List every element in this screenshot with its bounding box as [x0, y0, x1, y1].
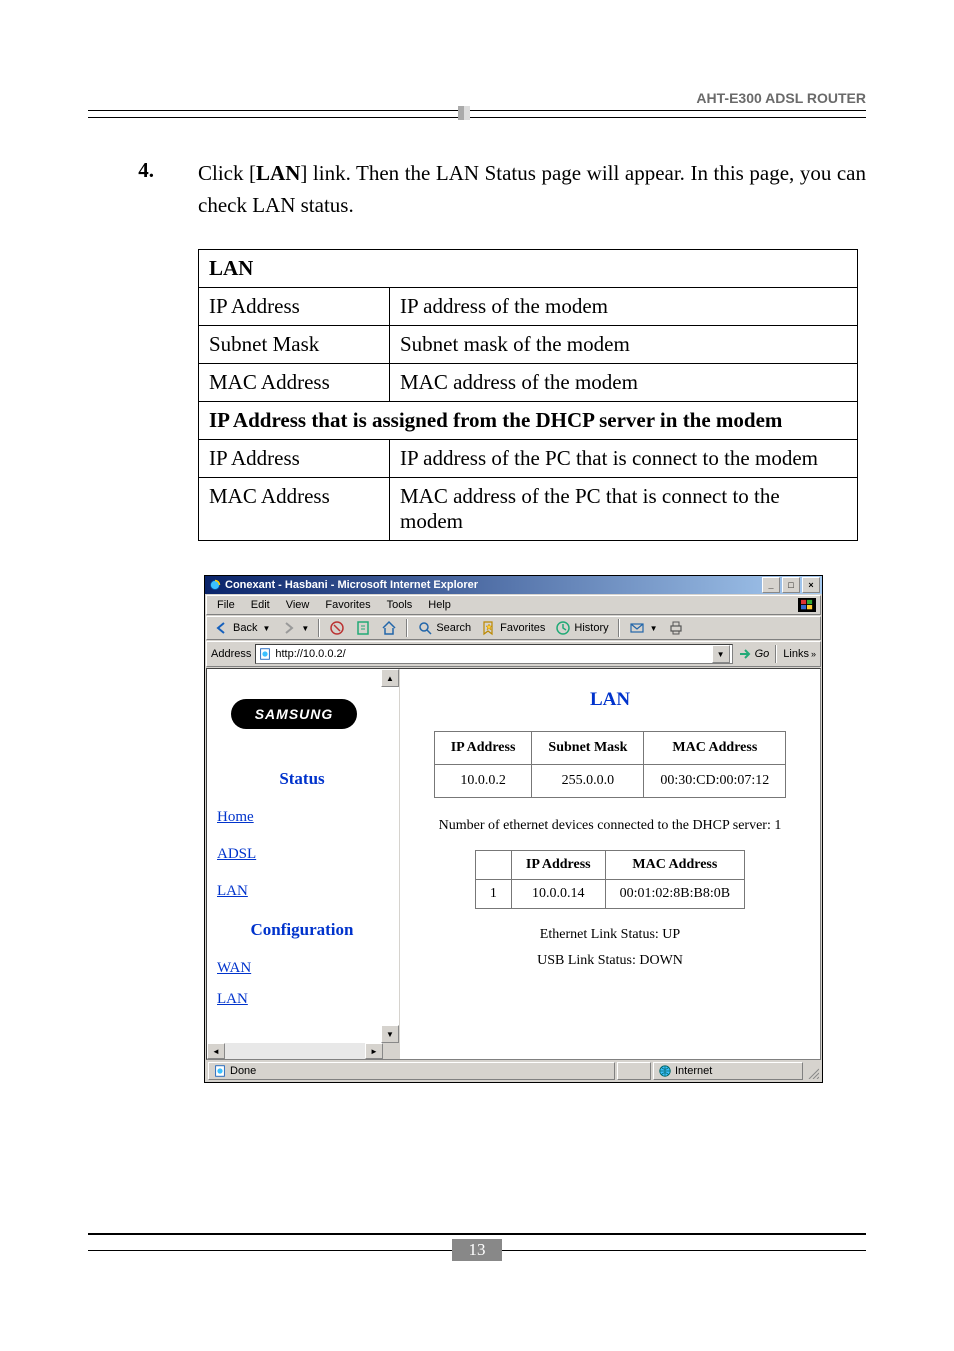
dhcp-table: IP Address MAC Address 1 10.0.0.14 00:01…	[475, 850, 745, 909]
go-button[interactable]: Go	[737, 646, 770, 662]
resize-grip[interactable]	[805, 1063, 819, 1079]
address-dropdown[interactable]: ▼	[712, 645, 730, 663]
main-title: LAN	[420, 689, 800, 711]
lan-table: IP Address Subnet Mask MAC Address 10.0.…	[434, 731, 787, 798]
page-header-product: AHT-E300 ADSL ROUTER	[88, 90, 866, 106]
scroll-up-button[interactable]: ▲	[381, 669, 399, 687]
refresh-button[interactable]	[352, 619, 374, 637]
desc-section-lan: LAN	[199, 250, 858, 288]
sidebar-heading-config: Configuration	[217, 920, 387, 940]
print-icon	[668, 620, 684, 636]
desc-section-dhcp: IP Address that is assigned from the DHC…	[199, 402, 858, 440]
ie-icon	[209, 579, 221, 591]
status-zone-cell: Internet	[653, 1062, 803, 1080]
sidebar-heading-status: Status	[217, 769, 387, 789]
favorites-button[interactable]: Favorites	[478, 619, 548, 637]
address-input[interactable]: http://10.0.0.2/ ▼	[255, 644, 732, 664]
page-number: 13	[452, 1239, 502, 1261]
minimize-button[interactable]: _	[762, 577, 780, 593]
internet-zone-icon	[658, 1064, 672, 1078]
menu-view[interactable]: View	[280, 598, 316, 612]
description-table: LAN IP AddressIP address of the modem Su…	[198, 249, 858, 541]
stop-button[interactable]	[326, 619, 348, 637]
content-area: ▲ SAMSUNG Status Home ADSL LAN Configura…	[206, 668, 821, 1060]
address-label: Address	[211, 648, 251, 660]
history-icon	[555, 620, 571, 636]
step-text: Click [LAN] link. Then the LAN Status pa…	[198, 158, 866, 221]
favorites-icon	[481, 620, 497, 636]
search-icon	[417, 620, 433, 636]
menu-help[interactable]: Help	[422, 598, 457, 612]
forward-arrow-icon	[280, 620, 296, 636]
status-done-cell: Done	[208, 1062, 615, 1080]
menu-favorites[interactable]: Favorites	[319, 598, 376, 612]
hscrollbar[interactable]: ◄►	[207, 1043, 383, 1059]
sidebar-link-wan[interactable]: WAN	[217, 960, 399, 977]
print-button[interactable]	[665, 619, 687, 637]
mail-button[interactable]: ▼	[626, 619, 661, 637]
dhcp-count-text: Number of ethernet devices connected to …	[420, 818, 800, 834]
menu-edit[interactable]: Edit	[245, 598, 276, 612]
refresh-icon	[355, 620, 371, 636]
links-button[interactable]: Links »	[783, 648, 816, 660]
history-button[interactable]: History	[552, 619, 611, 637]
sidebar-link-home[interactable]: Home	[217, 809, 399, 826]
done-page-icon	[213, 1064, 227, 1078]
windows-flag-icon	[798, 598, 816, 612]
address-value: http://10.0.0.2/	[275, 648, 345, 660]
browser-window: Conexant - Hasbani - Microsoft Internet …	[204, 575, 823, 1083]
step-number: 4.	[88, 158, 198, 183]
toolbar: Back▼ ▼ Search Favorites	[206, 616, 821, 640]
sidebar-link-lan[interactable]: LAN	[217, 883, 399, 900]
main-pane: LAN IP Address Subnet Mask MAC Address 1…	[400, 669, 820, 1059]
menubar: File Edit View Favorites Tools Help	[206, 595, 821, 615]
stop-icon	[329, 620, 345, 636]
forward-button[interactable]: ▼	[277, 619, 312, 637]
go-icon	[737, 646, 753, 662]
back-arrow-icon	[214, 620, 230, 636]
samsung-logo: SAMSUNG	[231, 699, 357, 729]
address-bar: Address http://10.0.0.2/ ▼ Go Links »	[206, 641, 821, 667]
sidebar-link-adsl[interactable]: ADSL	[217, 846, 399, 863]
menu-file[interactable]: File	[211, 598, 241, 612]
usb-link-status: USB Link Status: DOWN	[420, 953, 800, 969]
scroll-down-button[interactable]: ▼	[381, 1025, 399, 1043]
close-button[interactable]: ×	[802, 577, 820, 593]
statusbar: Done Internet	[206, 1061, 821, 1081]
menu-tools[interactable]: Tools	[381, 598, 419, 612]
titlebar[interactable]: Conexant - Hasbani - Microsoft Internet …	[205, 576, 822, 594]
home-button[interactable]	[378, 619, 400, 637]
page-icon	[258, 647, 272, 661]
sidebar-pane: ▲ SAMSUNG Status Home ADSL LAN Configura…	[207, 669, 400, 1059]
window-title: Conexant - Hasbani - Microsoft Internet …	[225, 579, 762, 591]
back-button[interactable]: Back▼	[211, 619, 273, 637]
home-icon	[381, 620, 397, 636]
search-button[interactable]: Search	[414, 619, 474, 637]
page-footer: 13	[88, 1233, 866, 1261]
maximize-button[interactable]: □	[782, 577, 800, 593]
eth-link-status: Ethernet Link Status: UP	[420, 927, 800, 943]
mail-icon	[629, 620, 645, 636]
sidebar-link-lan2[interactable]: LAN	[217, 991, 399, 1008]
header-divider	[88, 110, 866, 118]
